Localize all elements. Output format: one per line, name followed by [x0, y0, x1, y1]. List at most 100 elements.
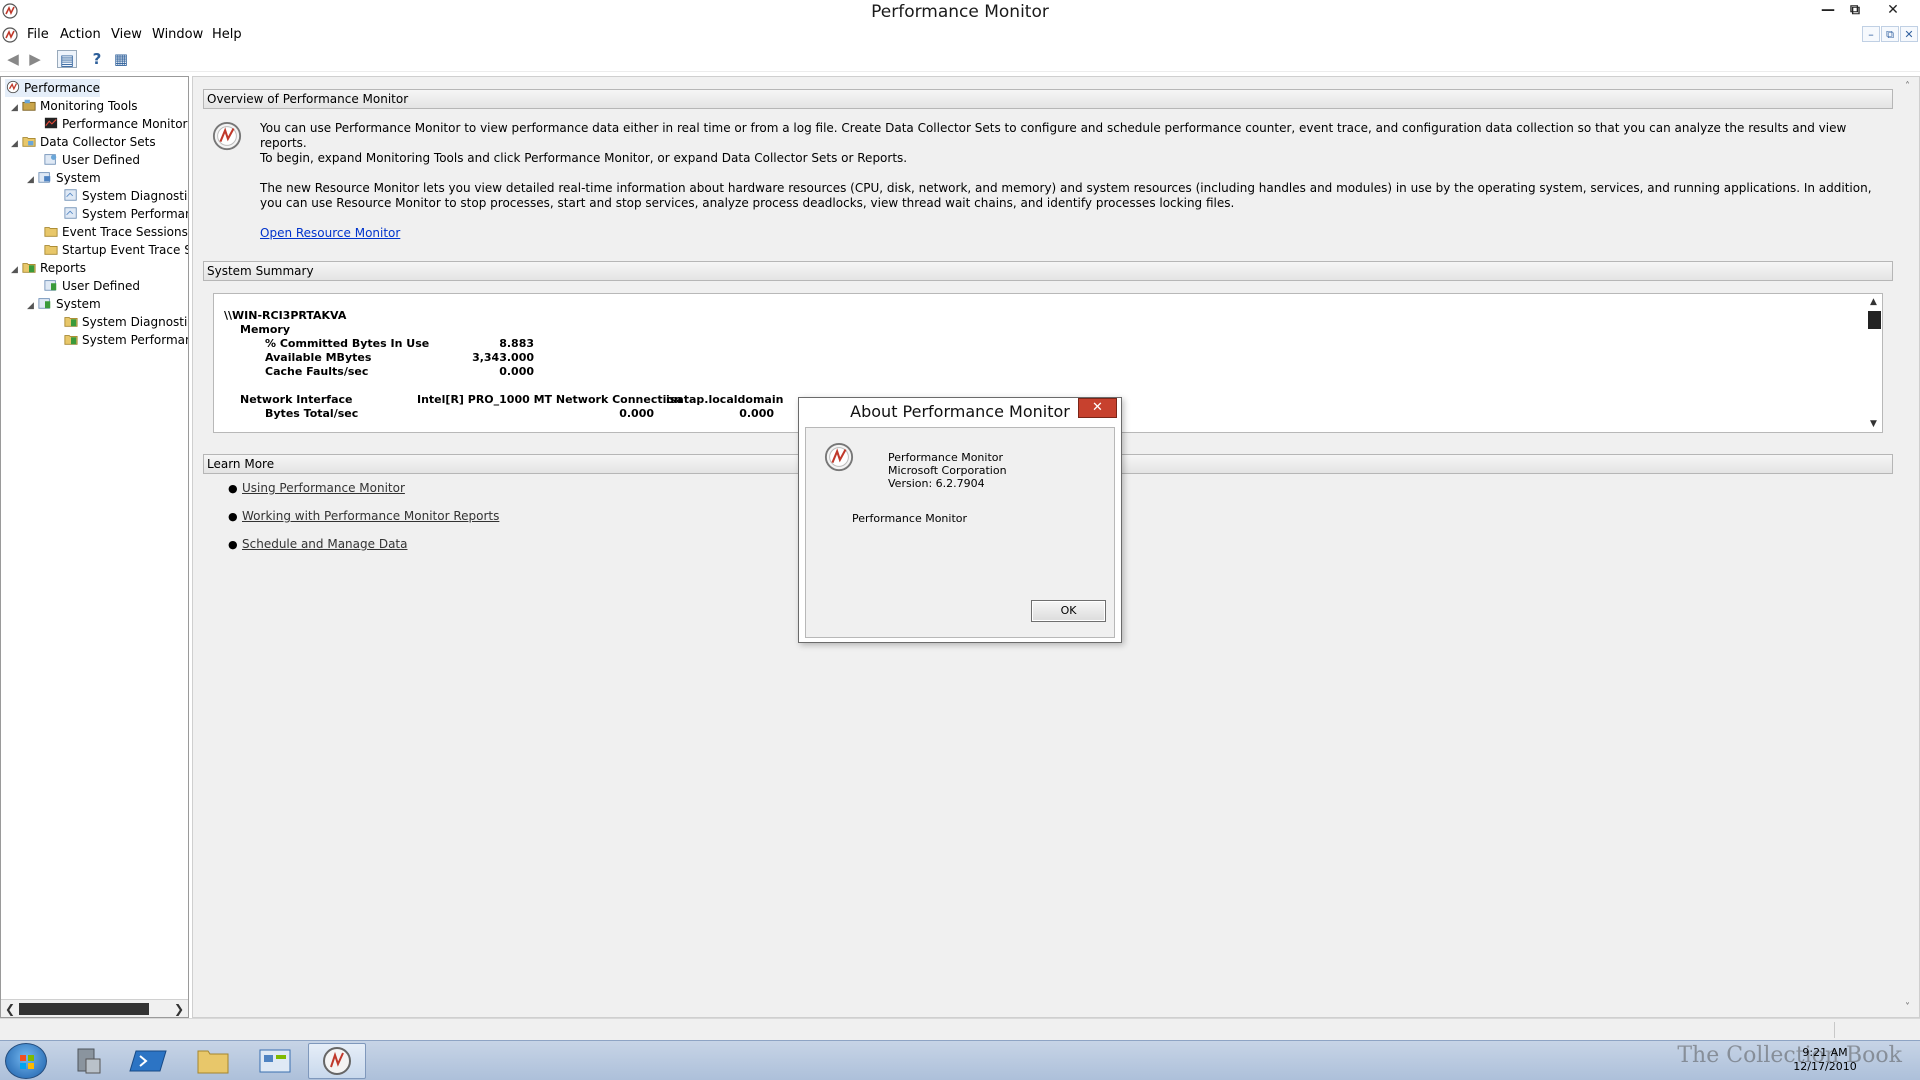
tree-item-performance-monitor[interactable]: Performance Monitor	[43, 115, 187, 133]
status-bar	[0, 1018, 1920, 1040]
graph-icon	[44, 117, 58, 129]
reports-icon	[22, 263, 36, 273]
system-summary-header: System Summary	[203, 261, 1893, 281]
tree-item-performance[interactable]: Performance	[5, 79, 101, 97]
version-text: Version: 6.2.7904	[888, 477, 985, 490]
summary-vertical-scrollbar[interactable]: ▲ ▼	[1865, 294, 1882, 432]
scroll-thumb[interactable]	[1868, 311, 1881, 329]
scroll-up-icon[interactable]: ▲	[1865, 294, 1882, 310]
tree-item-monitoring-tools[interactable]: ◢ Monitoring Tools	[11, 97, 138, 115]
menu-window[interactable]: Window	[152, 27, 203, 42]
ok-button[interactable]: OK	[1031, 600, 1106, 622]
learn-link-reports[interactable]: Working with Performance Monitor Reports	[242, 509, 499, 523]
scroll-thumb[interactable]	[19, 1003, 149, 1015]
list-item: ● Working with Performance Monitor Report…	[228, 509, 500, 523]
minimize-icon[interactable]: —	[1815, 0, 1841, 20]
perfmon-menu-icon[interactable]	[2, 27, 18, 43]
tree-item-event-trace-sessions[interactable]: Event Trace Sessions	[43, 223, 188, 241]
expanded-triangle-icon[interactable]: ◢	[27, 297, 37, 315]
restore-icon[interactable]: ⧉	[1842, 0, 1868, 20]
clock-time: 9:21 AM	[1802, 1046, 1848, 1059]
counter-value: 3,343.000	[472, 351, 534, 364]
windows-logo-icon	[20, 1055, 34, 1069]
expanded-triangle-icon[interactable]: ◢	[11, 135, 21, 153]
system-icon	[38, 172, 51, 183]
control-panel-icon	[259, 1049, 291, 1073]
tree-item-dcs-system[interactable]: ◢ System	[27, 169, 101, 187]
scroll-down-icon[interactable]: ˅	[1905, 1002, 1910, 1013]
user-defined-icon	[44, 154, 57, 165]
tree-item-dcs-system-performance[interactable]: System Performance	[63, 205, 188, 223]
list-item: ● Using Performance Monitor	[228, 481, 405, 495]
product-info: Performance Monitor Microsoft Corporatio…	[888, 451, 1007, 490]
start-button[interactable]	[5, 1043, 47, 1079]
learn-link-schedule-data[interactable]: Schedule and Manage Data	[242, 537, 407, 551]
counter-name: Bytes Total/sec	[265, 407, 359, 420]
folder-icon	[44, 245, 58, 255]
tree-horizontal-scrollbar[interactable]: ❮ ❯	[1, 999, 188, 1017]
mdi-restore-icon[interactable]: ⧉	[1881, 26, 1899, 42]
show-hide-console-tree-icon[interactable]: ▤	[57, 50, 77, 69]
network-interface-label: Network Interface	[240, 393, 353, 406]
system-clock[interactable]: 9:21 AM 12/17/2010	[1790, 1046, 1860, 1074]
counter-name: Available MBytes	[265, 351, 372, 364]
scroll-down-icon[interactable]: ▼	[1865, 416, 1882, 432]
menu-view[interactable]: View	[111, 27, 142, 42]
tree-item-reports[interactable]: ◢ Reports	[11, 259, 86, 277]
server-manager-icon	[77, 1048, 101, 1074]
open-resource-monitor-link[interactable]: Open Resource Monitor	[260, 226, 400, 241]
folder-icon	[44, 227, 58, 237]
console-tree: Performance ◢ Monitoring Tools Performanc…	[0, 76, 189, 1018]
taskbar-control-panel[interactable]	[246, 1043, 304, 1079]
collector-set-icon	[64, 207, 77, 219]
menu-help[interactable]: Help	[212, 27, 242, 42]
report-folder-icon	[38, 298, 51, 309]
help-icon[interactable]: ?	[87, 50, 107, 68]
taskbar-server-manager[interactable]	[60, 1043, 118, 1079]
menu-file[interactable]: File	[27, 27, 49, 42]
tree-item-dcs-user-defined[interactable]: User Defined	[43, 151, 140, 169]
toolbox-icon	[22, 99, 36, 111]
tree-item-reports-user-defined[interactable]: User Defined	[43, 277, 140, 295]
scroll-up-icon[interactable]: ˄	[1905, 81, 1910, 92]
mdi-close-icon[interactable]: ✕	[1900, 26, 1918, 42]
dialog-close-icon[interactable]: ✕	[1078, 398, 1117, 418]
tree-item-reports-system-diagnostics[interactable]: System Diagnostics	[63, 313, 188, 331]
menu-action[interactable]: Action	[60, 27, 101, 42]
back-arrow-icon[interactable]: ◀	[3, 50, 23, 68]
overview-header: Overview of Performance Monitor	[203, 89, 1893, 109]
counter-value: 0.000	[739, 407, 774, 420]
tree-item-reports-system-performance[interactable]: System Performance	[63, 331, 188, 349]
forward-arrow-icon[interactable]: ▶	[25, 50, 45, 68]
perfmon-logo-icon	[824, 442, 854, 472]
expanded-triangle-icon[interactable]: ◢	[11, 261, 21, 279]
tree-item-reports-system[interactable]: ◢ System	[27, 295, 101, 313]
close-icon[interactable]: ✕	[1880, 0, 1906, 20]
learn-link-using-perfmon[interactable]: Using Performance Monitor	[242, 481, 405, 495]
overview-paragraph-2: To begin, expand Monitoring Tools and cl…	[260, 151, 908, 165]
taskbar-file-explorer[interactable]	[184, 1043, 242, 1079]
expanded-triangle-icon[interactable]: ◢	[27, 171, 37, 189]
scroll-right-icon[interactable]: ❯	[172, 1000, 186, 1017]
dialog-body: Performance Monitor Microsoft Corporatio…	[805, 427, 1115, 638]
overview-paragraph-1: You can use Performance Monitor to view …	[260, 121, 1847, 150]
expanded-triangle-icon[interactable]: ◢	[11, 99, 21, 117]
report-folder-icon	[44, 280, 57, 291]
show-hide-action-pane-icon[interactable]: ▦	[111, 50, 131, 68]
perfmon-logo-icon	[212, 121, 242, 151]
taskbar-performance-monitor[interactable]	[308, 1043, 366, 1079]
content-vertical-scrollbar[interactable]: ˄ ˅	[1903, 77, 1919, 1017]
taskbar-powershell[interactable]	[122, 1043, 180, 1079]
machine-name: \\WIN-RCI3PRTAKVA	[224, 309, 347, 322]
tree-item-data-collector-sets[interactable]: ◢ Data Collector Sets	[11, 133, 156, 151]
counter-name: Cache Faults/sec	[265, 365, 369, 378]
tree-item-startup-event-trace-sessions[interactable]: Startup Event Trace Sessions	[43, 241, 188, 259]
overview-paragraph-3: The new Resource Monitor lets you view d…	[260, 181, 1872, 210]
perfmon-icon	[6, 80, 20, 94]
counter-value: 0.000	[619, 407, 654, 420]
title-bar: Performance Monitor — ⧉ ✕	[0, 0, 1920, 24]
mdi-minimize-icon[interactable]: –	[1862, 26, 1880, 42]
scroll-left-icon[interactable]: ❮	[3, 1000, 17, 1017]
tree-item-dcs-system-diagnostics[interactable]: System Diagnostics	[63, 187, 188, 205]
report-icon	[64, 335, 78, 345]
